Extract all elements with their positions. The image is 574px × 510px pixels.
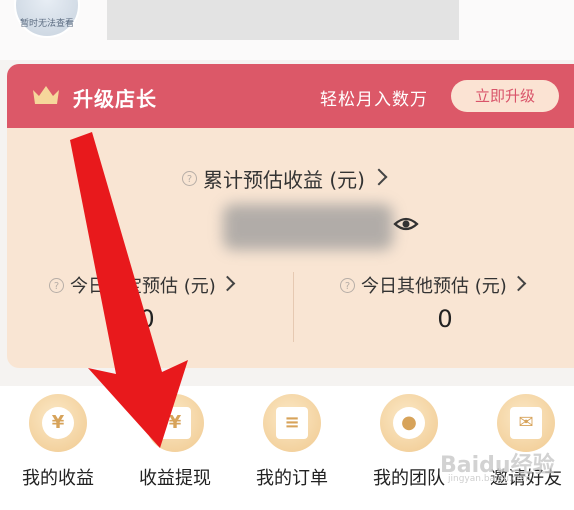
- avatar-caption: 暂时无法查看: [20, 19, 75, 29]
- action-label: 收益提现: [139, 468, 211, 489]
- action-label: 我的团队: [373, 468, 445, 489]
- help-icon[interactable]: ?: [340, 277, 355, 293]
- upgrade-title: 升级店长: [73, 87, 157, 111]
- upgrade-banner: 升级店长 轻松月入数万 立即升级: [7, 64, 574, 128]
- total-earnings-link[interactable]: ? 累计预估收益 (元): [182, 164, 388, 192]
- yen-icon: ¥: [29, 394, 87, 452]
- today-taobao-value: 0: [139, 305, 155, 333]
- today-taobao-link[interactable]: ? 今日淘宝预估 (元): [49, 272, 236, 298]
- today-taobao-label: 今日淘宝预估 (元): [70, 276, 216, 297]
- total-earnings-amount: blurred: [223, 204, 393, 250]
- today-other-link[interactable]: ? 今日其他预估 (元): [340, 272, 527, 298]
- upgrade-now-button[interactable]: 立即升级: [451, 80, 559, 112]
- chevron-right-icon: [370, 168, 388, 186]
- withdraw-icon: ¥: [146, 394, 204, 452]
- my-orders-button[interactable]: ≡ 我的订单: [237, 386, 347, 490]
- invite-icon: ✉: [497, 394, 555, 452]
- withdraw-button[interactable]: ¥ 收益提现: [120, 386, 230, 490]
- upgrade-subtitle: 轻松月入数万: [320, 90, 428, 110]
- total-earnings-label: 累计预估收益 (元): [203, 168, 365, 192]
- divider: [293, 272, 294, 342]
- help-icon[interactable]: ?: [49, 277, 64, 293]
- team-icon: ●: [380, 394, 438, 452]
- action-label: 我的订单: [256, 468, 328, 489]
- my-team-button[interactable]: ● 我的团队: [354, 386, 464, 490]
- top-bar: 暂时无法查看: [0, 0, 574, 60]
- eye-icon[interactable]: [393, 213, 419, 235]
- chevron-right-icon: [219, 275, 236, 292]
- today-other-value: 0: [437, 305, 453, 333]
- order-icon: ≡: [263, 394, 321, 452]
- earnings-card: 升级店长 轻松月入数万 立即升级 ? 累计预估收益 (元) blurred ? 今日…: [7, 64, 574, 368]
- my-earnings-button[interactable]: ¥ 我的收益: [3, 386, 113, 490]
- action-bar: ¥ 我的收益 ¥ 收益提现 ≡ 我的订单 ● 我的团队 ✉ 邀请好友: [0, 386, 574, 510]
- action-label: 邀请好友: [490, 468, 562, 489]
- invite-friends-button[interactable]: ✉ 邀请好友: [471, 386, 574, 490]
- chevron-right-icon: [510, 275, 527, 292]
- username-placeholder: [107, 0, 459, 40]
- help-icon[interactable]: ?: [182, 171, 197, 186]
- action-label: 我的收益: [22, 468, 94, 489]
- today-other-label: 今日其他预估 (元): [361, 276, 507, 297]
- crown-icon: [33, 86, 59, 104]
